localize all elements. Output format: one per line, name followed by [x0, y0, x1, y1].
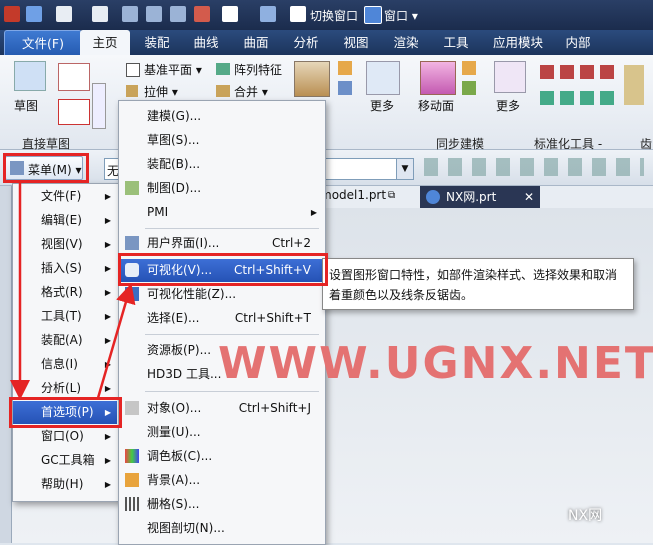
annotation-arrows: [10, 183, 136, 400]
arrow-up-right: [96, 283, 136, 399]
watermark-text: WWW.UGNX.NET: [218, 338, 653, 389]
brand-label: NX网: [568, 508, 603, 524]
